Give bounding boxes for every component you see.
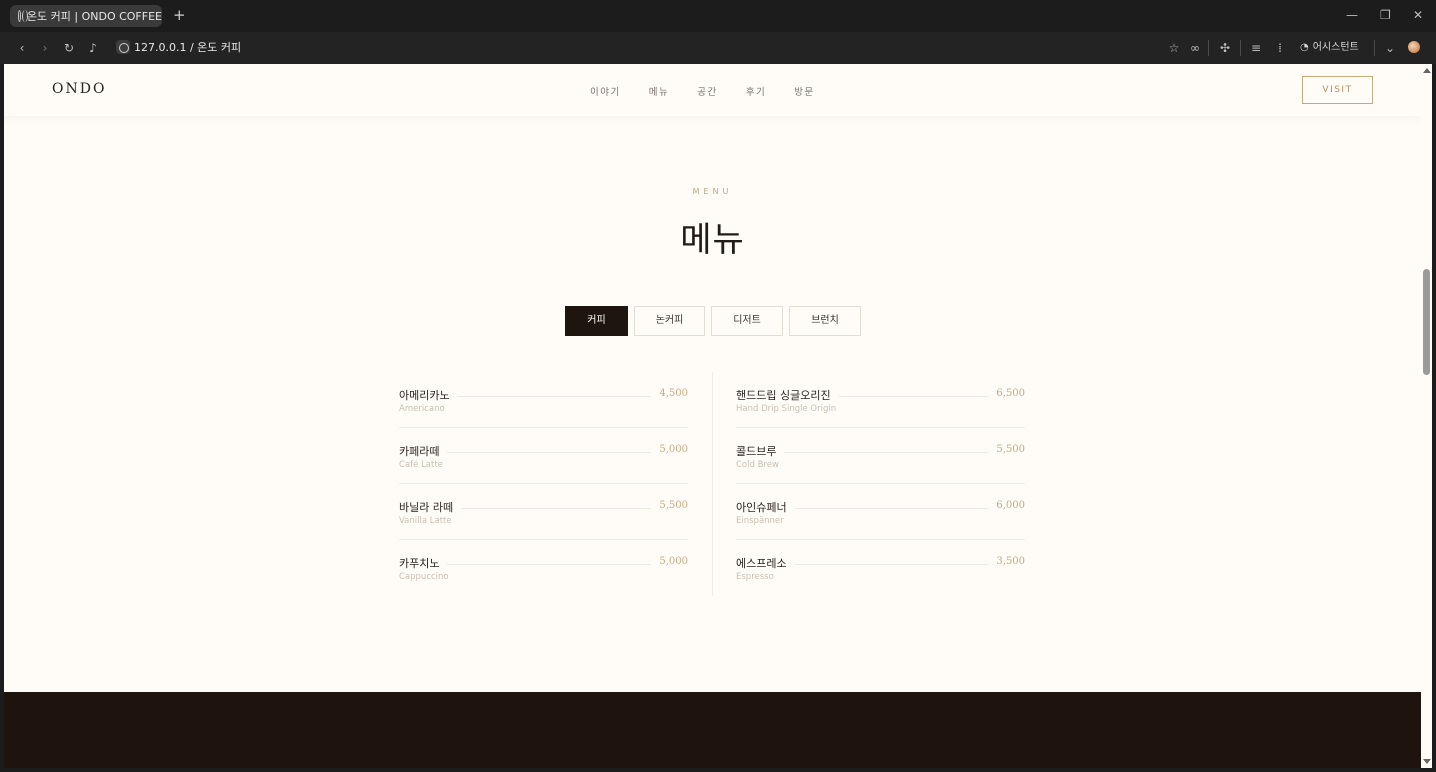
site-info-icon[interactable] — [116, 40, 130, 54]
tab-brunch[interactable]: 브런치 — [789, 306, 861, 336]
item-name: 핸드드립 싱글오리진 — [736, 387, 839, 403]
visit-button[interactable]: VISIT — [1302, 76, 1373, 104]
new-tab-button[interactable]: + — [173, 6, 186, 24]
nav-space[interactable]: 공간 — [697, 84, 717, 98]
item-name: 바닐라 라떼 — [399, 499, 462, 515]
menu-item: 핸드드립 싱글오리진 Hand Drip Single Origin 6,500 — [736, 372, 1025, 428]
menu-column-left: 아메리카노 Americano 4,500 카페라떼 Café Latte 5,… — [399, 372, 688, 596]
item-name: 콜드브루 — [736, 443, 785, 459]
star-icon[interactable]: ☆ — [1165, 39, 1183, 57]
item-english-name: Café Latte — [399, 460, 443, 470]
item-price: 5,000 — [651, 556, 688, 567]
mic-icon[interactable]: ♪ — [84, 39, 102, 57]
item-price: 6,500 — [988, 388, 1025, 399]
main-nav: 이야기 메뉴 공간 후기 방문 — [590, 84, 843, 98]
item-english-name: Cold Brew — [736, 460, 779, 470]
menu-category-tabs: 커피 논커피 디저트 브런치 — [565, 306, 867, 336]
menu-item: 에스프레소 Espresso 3,500 — [736, 540, 1025, 596]
item-name: 에스프레소 — [736, 555, 795, 571]
tab-dessert[interactable]: 디저트 — [711, 306, 783, 336]
item-price: 4,500 — [651, 388, 688, 399]
voice-icon[interactable]: ⁞ — [1271, 39, 1289, 57]
menu-item: 카페라떼 Café Latte 5,000 — [399, 428, 688, 484]
restore-icon[interactable]: ❐ — [1380, 6, 1391, 24]
chevron-down-icon[interactable]: ⌄ — [1381, 39, 1399, 57]
item-price: 5,500 — [651, 500, 688, 511]
menu-item: 바닐라 라떼 Vanilla Latte 5,500 — [399, 484, 688, 540]
menu-item: 아메리카노 Americano 4,500 — [399, 372, 688, 428]
item-english-name: Americano — [399, 404, 445, 414]
column-divider — [712, 372, 713, 596]
browser-tab[interactable]: 온도 커피 | ONDO COFFEE — [10, 5, 162, 27]
tab-non-coffee[interactable]: 논커피 — [634, 306, 705, 336]
item-price: 5,000 — [651, 444, 688, 455]
nav-story[interactable]: 이야기 — [590, 84, 621, 98]
menu-item: 아인슈페너 Einspänner 6,000 — [736, 484, 1025, 540]
menu-item: 카푸치노 Cappuccino 5,000 — [399, 540, 688, 596]
site-logo[interactable]: ONDO — [52, 81, 106, 97]
item-english-name: Vanilla Latte — [399, 516, 452, 526]
browser-tab-bar: 온도 커피 | ONDO COFFEE + — ❐ ✕ — [0, 0, 1436, 32]
assistant-icon: ◔ — [1300, 42, 1309, 53]
reload-icon[interactable]: ↻ — [60, 39, 78, 57]
tab-coffee[interactable]: 커피 — [565, 306, 628, 336]
item-price: 6,000 — [988, 500, 1025, 511]
tab-title: 온도 커피 | ONDO COFFEE — [26, 10, 162, 23]
nav-visit[interactable]: 방문 — [794, 84, 814, 98]
profile-avatar[interactable] — [1408, 41, 1420, 53]
scroll-down-arrow[interactable] — [1423, 759, 1431, 764]
item-price: 3,500 — [988, 556, 1025, 567]
page-viewport: ONDO 이야기 메뉴 공간 후기 방문 VISIT MENU 메뉴 커피 논커… — [4, 64, 1421, 768]
item-english-name: Hand Drip Single Origin — [736, 404, 837, 414]
forward-icon[interactable]: › — [36, 39, 54, 57]
menu-item: 콜드브루 Cold Brew 5,500 — [736, 428, 1025, 484]
assistant-button[interactable]: ◔ 어시스턴트 — [1300, 40, 1359, 56]
page-scrollbar[interactable] — [1421, 64, 1432, 768]
assistant-label: 어시스턴트 — [1312, 42, 1359, 53]
site-header: ONDO 이야기 메뉴 공간 후기 방문 VISIT — [4, 64, 1421, 116]
item-price: 5,500 — [988, 444, 1025, 455]
scroll-up-arrow[interactable] — [1423, 68, 1431, 73]
item-english-name: Einspänner — [736, 516, 784, 526]
section-eyebrow: MENU — [692, 187, 733, 196]
item-name: 카푸치노 — [399, 555, 448, 571]
section-title: 메뉴 — [680, 220, 745, 260]
item-name: 아메리카노 — [399, 387, 458, 403]
scroll-thumb[interactable] — [1423, 269, 1430, 375]
back-icon[interactable]: ‹ — [13, 39, 31, 57]
address-bar[interactable]: 127.0.0.1 / 온도 커피 — [134, 40, 241, 56]
globe-icon — [18, 10, 28, 22]
item-name: 아인슈페너 — [736, 499, 795, 515]
extensions-icon[interactable]: ✣ — [1216, 39, 1234, 57]
close-icon[interactable]: ✕ — [1413, 6, 1423, 24]
list-icon[interactable]: ≡ — [1247, 39, 1265, 57]
dark-section-band — [4, 692, 1421, 768]
item-name: 카페라떼 — [399, 443, 448, 459]
menu-column-right: 핸드드립 싱글오리진 Hand Drip Single Origin 6,500… — [736, 372, 1025, 596]
item-english-name: Espresso — [736, 572, 774, 582]
minimize-icon[interactable]: — — [1346, 6, 1358, 24]
item-english-name: Cappuccino — [399, 572, 449, 582]
nav-reviews[interactable]: 후기 — [746, 84, 766, 98]
link-icon[interactable]: ∞ — [1186, 39, 1204, 57]
nav-menu[interactable]: 메뉴 — [649, 84, 669, 98]
